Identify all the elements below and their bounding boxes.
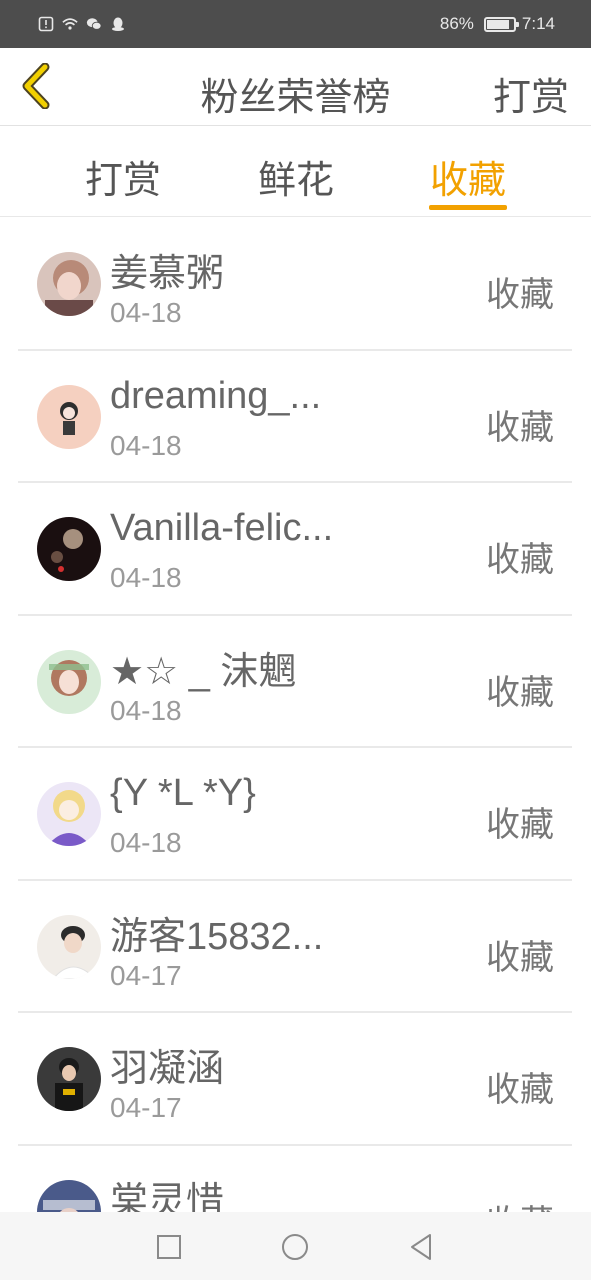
fan-list: 姜慕粥 04-18 收藏 dreaming_... 04-18 收藏 Vanil…	[18, 218, 572, 1212]
avatar	[37, 252, 101, 316]
system-nav-bar	[0, 1212, 591, 1280]
action-type: 收藏	[486, 673, 554, 712]
qq-icon	[110, 16, 126, 32]
active-tab-indicator	[429, 205, 507, 210]
square-icon[interactable]	[154, 1232, 184, 1262]
status-right: 86% 7:14	[440, 14, 555, 34]
fan-date: 04-18	[110, 694, 182, 726]
avatar	[37, 1047, 101, 1111]
fan-date: 04-18	[110, 827, 182, 858]
tab-bar: 打赏 鲜花 收藏	[0, 127, 591, 217]
action-type: 收藏	[486, 938, 554, 977]
action-type: 收藏	[486, 1195, 554, 1213]
wechat-icon	[86, 16, 102, 32]
wifi-icon	[62, 16, 78, 32]
fan-name: 游客15832...	[110, 915, 324, 958]
status-icons	[38, 16, 126, 32]
fan-name: 姜慕粥	[110, 253, 225, 295]
back-triangle-icon[interactable]	[406, 1232, 436, 1262]
fan-name: {Y *L *Y}	[110, 772, 256, 814]
avatar	[37, 649, 101, 714]
fan-date: 04-18	[110, 429, 182, 461]
battery-percent: 86%	[439, 14, 474, 33]
fan-name: 羽凝涵	[110, 1048, 225, 1090]
action-type: 收藏	[486, 541, 554, 579]
fan-name: 棠灵惜	[110, 1180, 225, 1213]
fan-date: 04-17	[110, 1092, 182, 1123]
action-type: 收藏	[486, 276, 554, 314]
list-item[interactable]: 姜慕粥 04-18 收藏	[18, 218, 572, 351]
status-bar: 86% 7:14	[0, 0, 591, 48]
circle-icon[interactable]	[280, 1232, 310, 1262]
list-item[interactable]: 游客15832... 04-17 收藏	[18, 881, 572, 1013]
tab-flowers[interactable]: 鲜花	[236, 149, 356, 204]
list-item[interactable]: ★☆ _ 沫魍 04-18 收藏	[18, 616, 572, 748]
fan-name: Vanilla-felic...	[110, 507, 334, 549]
reward-button[interactable]: 打赏	[493, 66, 569, 121]
fan-name: ★☆ _ 沫魍	[110, 650, 297, 693]
avatar	[37, 914, 101, 979]
list-item[interactable]: Vanilla-felic... 04-18 收藏	[18, 483, 572, 616]
tab-favorites[interactable]: 收藏	[408, 149, 528, 204]
avatar	[37, 517, 101, 581]
list-item[interactable]: 羽凝涵 04-17 收藏	[18, 1013, 572, 1146]
avatar	[37, 1179, 101, 1212]
fan-name: dreaming_...	[110, 374, 322, 417]
alert-icon	[38, 16, 54, 32]
action-type: 收藏	[486, 1071, 554, 1109]
avatar	[37, 384, 101, 449]
fan-date: 04-18	[110, 297, 182, 328]
fan-date: 04-17	[110, 959, 182, 991]
list-item[interactable]: 棠灵惜 收藏	[18, 1146, 572, 1213]
clock: 7:14	[521, 14, 555, 33]
tab-reward[interactable]: 打赏	[63, 149, 183, 204]
header: 粉丝荣誉榜 打赏	[0, 48, 591, 126]
list-item[interactable]: dreaming_... 04-18 收藏	[18, 351, 572, 483]
list-item[interactable]: {Y *L *Y} 04-18 收藏	[18, 748, 572, 881]
action-type: 收藏	[486, 806, 554, 844]
fan-date: 04-18	[110, 562, 182, 593]
battery-icon	[483, 16, 519, 32]
action-type: 收藏	[486, 408, 554, 447]
avatar	[37, 782, 101, 846]
battery-level	[486, 19, 509, 29]
